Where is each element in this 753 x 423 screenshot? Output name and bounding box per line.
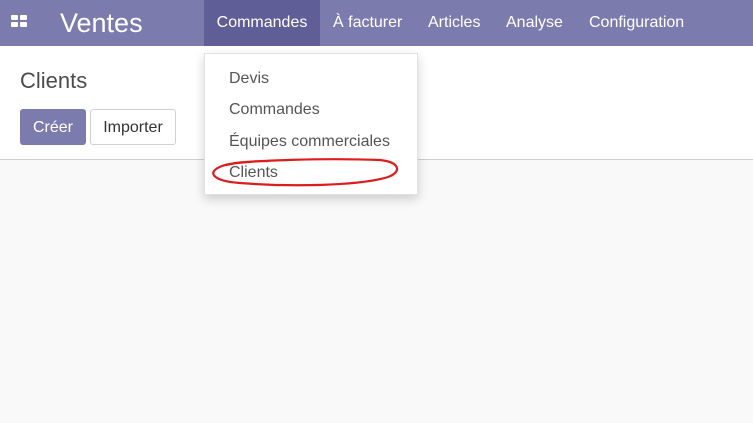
- nav-item-commandes[interactable]: Commandes: [204, 0, 320, 46]
- top-navbar: Ventes Commandes À facturer Articles Ana…: [0, 0, 753, 46]
- create-button[interactable]: Créer: [20, 109, 86, 145]
- nav-item-a-facturer[interactable]: À facturer: [333, 0, 402, 46]
- app-title[interactable]: Ventes: [60, 7, 143, 39]
- breadcrumb: Clients: [20, 68, 88, 93]
- menu-item-commandes[interactable]: Commandes: [229, 100, 320, 120]
- nav-item-configuration[interactable]: Configuration: [589, 0, 684, 46]
- commandes-dropdown-menu: Devis Commandes Équipes commerciales Cli…: [204, 53, 418, 195]
- menu-item-devis[interactable]: Devis: [229, 69, 269, 89]
- list-view-area: [0, 160, 753, 423]
- nav-item-articles[interactable]: Articles: [428, 0, 480, 46]
- menu-item-clients[interactable]: Clients: [229, 163, 278, 183]
- grid-icon[interactable]: [11, 15, 28, 28]
- menu-item-equipes-commerciales[interactable]: Équipes commerciales: [229, 132, 390, 152]
- import-button[interactable]: Importer: [90, 109, 176, 145]
- nav-item-analyse[interactable]: Analyse: [506, 0, 563, 46]
